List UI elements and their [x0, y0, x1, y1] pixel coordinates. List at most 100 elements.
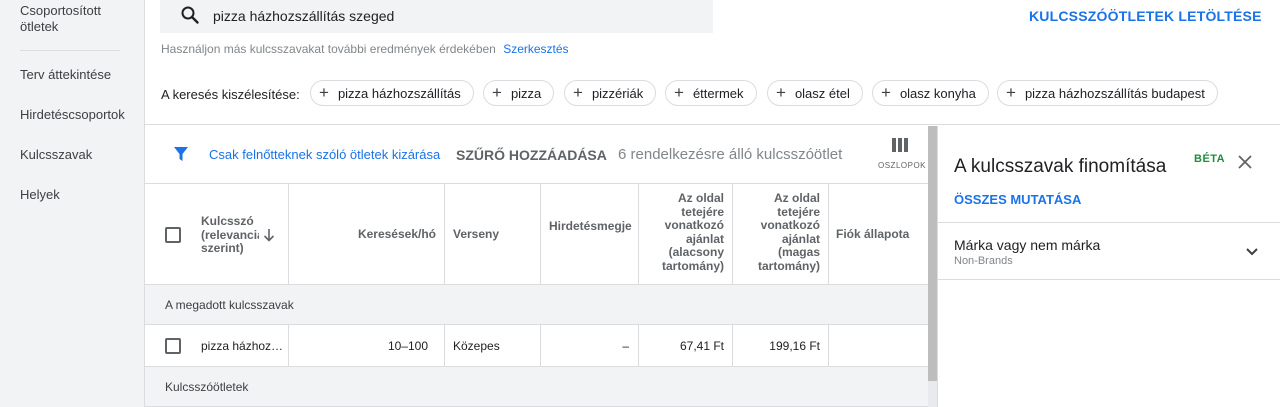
broaden-chip[interactable]: + pizza — [483, 80, 555, 106]
header-account-status[interactable]: Fiók állapota — [836, 227, 909, 242]
header-line: (magas — [777, 245, 820, 259]
chip-label: éttermek — [692, 85, 744, 101]
header-line: vonatkozó — [760, 218, 820, 232]
header-keyword[interactable]: Kulcsszó (relevancia szerint) — [201, 215, 259, 256]
header-searches-per-month[interactable]: Keresések/hó — [288, 227, 436, 242]
brand-filter-title: Márka vagy nem márka — [954, 237, 1101, 253]
column-divider — [540, 184, 541, 284]
group-row-provided-keywords: A megadott kulcsszavak — [145, 285, 928, 325]
group-label: A megadott kulcsszavak — [165, 298, 294, 312]
broaden-chip[interactable]: + olasz konyha — [872, 80, 989, 106]
header-line: ajánlat — [685, 231, 724, 246]
broaden-chip[interactable]: + éttermek — [665, 80, 757, 106]
header-line: (alacsony — [668, 245, 724, 259]
sidebar: Csoportosított ötletek Terv áttekintése … — [0, 0, 145, 407]
table-header: Kulcsszó (relevancia szerint) Keresések/… — [145, 183, 928, 285]
search-icon — [180, 5, 200, 25]
header-top-bid-high[interactable]: Az oldal tetejére vonatkozó ajánlat (mag… — [732, 191, 820, 273]
cell-keyword: pizza házhoz… — [201, 339, 284, 353]
download-keyword-ideas-button[interactable]: KULCSSZÓÖTLETEK LETÖLTÉSE — [1029, 8, 1262, 24]
exclude-adult-ideas-filter[interactable]: Csak felnőtteknek szóló ötletek kizárása — [209, 147, 440, 162]
refine-keywords-panel: A kulcsszavak finomítása BÉTA ÖSSZES MUT… — [937, 126, 1280, 407]
search-box[interactable]: pizza házhozszállítás szeged — [160, 0, 713, 33]
beta-badge: BÉTA — [1194, 153, 1226, 165]
broaden-search-label: A keresés kiszélesítése: — [161, 87, 300, 102]
plus-icon: + — [674, 83, 684, 102]
group-label: Kulcsszóötletek — [165, 380, 249, 394]
add-filter-button[interactable]: SZŰRŐ HOZZÁADÁSA — [456, 147, 607, 163]
header-impression-share[interactable]: Hirdetésmegje — [549, 220, 635, 234]
column-divider — [828, 184, 829, 284]
broaden-chip[interactable]: + pizza házhozszállítás — [310, 80, 474, 106]
columns-label: OSZLOPOK — [878, 161, 927, 170]
column-divider — [828, 325, 829, 366]
plus-icon: + — [319, 83, 329, 102]
header-keyword-line: Kulcsszó — [201, 215, 254, 228]
sidebar-item-ad-groups[interactable]: Hirdetéscsoportok — [20, 107, 125, 123]
row-checkbox[interactable] — [165, 338, 181, 354]
search-input[interactable]: pizza házhozszállítás szeged — [213, 8, 394, 24]
table-scrollbar-track[interactable] — [928, 381, 937, 407]
chip-label: olasz étel — [794, 85, 850, 101]
column-divider — [540, 325, 541, 366]
close-icon[interactable] — [1236, 153, 1254, 171]
sidebar-item-locations[interactable]: Helyek — [20, 187, 60, 203]
search-hint: Használjon más kulcsszavakat további ere… — [161, 42, 569, 56]
plus-icon: + — [881, 83, 891, 102]
header-line: tetejére — [777, 204, 820, 219]
chip-label: olasz konyha — [899, 85, 976, 101]
plus-icon: + — [492, 83, 502, 102]
filter-icon[interactable] — [173, 146, 189, 162]
header-line: tartomány) — [757, 258, 820, 273]
search-hint-text: Használjon más kulcsszavakat további ere… — [161, 42, 496, 56]
chevron-down-icon[interactable] — [1244, 243, 1260, 259]
plus-icon: + — [776, 83, 786, 102]
sidebar-item-grouped-ideas[interactable]: Csoportosított ötletek — [20, 3, 101, 35]
edit-link[interactable]: Szerkesztés — [503, 42, 568, 56]
sidebar-divider — [20, 50, 120, 51]
brand-filter-subtitle: Non-Brands — [954, 255, 1013, 267]
header-top-bid-low[interactable]: Az oldal tetejére vonatkozó ajánlat (ala… — [638, 191, 724, 273]
cell-impression-share: – — [622, 339, 629, 353]
keyword-table-area: Csak felnőtteknek szóló ötletek kizárása… — [145, 126, 928, 407]
columns-icon — [892, 138, 908, 152]
columns-button[interactable]: OSZLOPOK — [878, 138, 927, 170]
brand-filter-row[interactable]: Márka vagy nem márka Non-Brands — [938, 222, 1280, 280]
header-line: vonatkozó — [664, 218, 724, 232]
available-ideas-count: 6 rendelkezésre álló kulcsszóötlet — [618, 146, 843, 163]
sidebar-item-plan-overview[interactable]: Terv áttekintése — [20, 67, 111, 83]
chip-label: pizzériák — [591, 85, 644, 101]
header-line: Az oldal — [677, 191, 724, 205]
top-bar: pizza házhozszállítás szeged KULCSSZÓÖTL… — [145, 0, 1280, 125]
cell-searches: 10–100 — [387, 339, 428, 353]
header-competition[interactable]: Verseny — [453, 227, 499, 242]
sidebar-item-keywords[interactable]: Kulcsszavak — [20, 147, 92, 163]
chip-label: pizza házhozszállítás budapest — [1024, 85, 1205, 101]
table-scrollbar[interactable] — [928, 126, 937, 381]
cell-bid-low: 67,41 Ft — [679, 339, 724, 353]
plus-icon: + — [573, 83, 583, 102]
broaden-chip[interactable]: + pizzériák — [564, 80, 657, 106]
cell-competition: Közepes — [453, 339, 500, 353]
header-keyword-line: (relevancia — [201, 227, 259, 242]
header-line: ajánlat — [781, 231, 820, 246]
plus-icon: + — [1006, 83, 1016, 102]
header-line: tetejére — [681, 204, 724, 219]
column-divider — [444, 184, 445, 284]
select-all-checkbox[interactable] — [165, 227, 181, 243]
sidebar-item-label: ötletek — [20, 19, 59, 34]
broaden-chip[interactable]: + olasz étel — [767, 80, 863, 106]
chip-label: pizza házhozszállítás — [337, 85, 461, 101]
sort-down-arrow-icon[interactable] — [263, 228, 275, 242]
broaden-chip[interactable]: + pizza házhozszállítás budapest — [997, 80, 1218, 106]
group-row-keyword-ideas: Kulcsszóötletek — [145, 367, 928, 407]
header-line: Az oldal — [773, 191, 820, 205]
sidebar-item-label: Csoportosított — [20, 3, 101, 18]
header-keyword-line: szerint) — [201, 241, 244, 255]
show-all-button[interactable]: ÖSSZES MUTATÁSA — [954, 192, 1081, 207]
cell-bid-high: 199,16 Ft — [769, 339, 820, 353]
column-divider — [444, 325, 445, 366]
chip-label: pizza — [510, 85, 542, 101]
header-line: tartomány) — [661, 258, 724, 273]
table-row[interactable]: pizza házhoz… 10–100 Közepes – 67,41 Ft … — [145, 325, 928, 367]
